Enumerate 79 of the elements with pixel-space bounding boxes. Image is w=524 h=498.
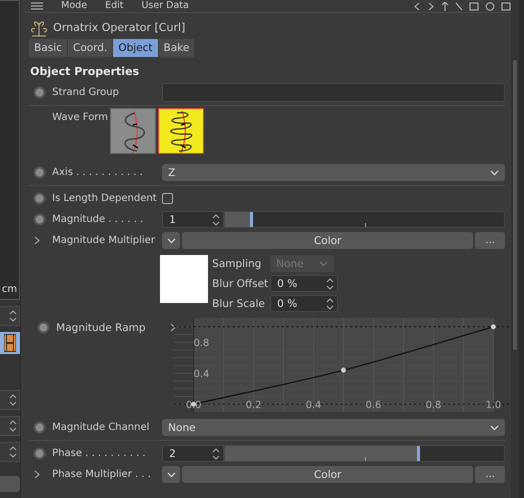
- chevron-down-icon: [166, 472, 176, 478]
- keyframe-radio[interactable]: [33, 447, 46, 460]
- viewport-panel[interactable]: cm: [0, 0, 20, 300]
- param-label: Magnitude Multiplier: [52, 235, 156, 246]
- x-tick-label: 0.4: [306, 400, 322, 412]
- param-label: Phase . . . . . . . . . .: [52, 448, 147, 459]
- curve-knot[interactable]: [341, 368, 346, 373]
- param-label: Wave Form: [52, 111, 109, 123]
- spinner-icon[interactable]: [326, 298, 334, 310]
- slider[interactable]: [224, 445, 506, 462]
- keyframe-radio[interactable]: [33, 213, 46, 226]
- more-button[interactable]: ...: [475, 466, 506, 483]
- object-title: Ornatrix Operator [Curl]: [53, 20, 186, 34]
- tab[interactable]: Object: [113, 39, 159, 57]
- number-field[interactable]: [0, 390, 20, 410]
- color-swatch[interactable]: [160, 255, 208, 303]
- x-tick-label: 0.6: [366, 400, 382, 412]
- x-tick-label: 1.0: [486, 400, 502, 412]
- unit-label: cm: [2, 284, 18, 297]
- spinner-icon[interactable]: [212, 448, 220, 460]
- number-field[interactable]: [0, 442, 20, 462]
- dropdown-button[interactable]: [162, 466, 180, 483]
- up-arrow-icon[interactable]: [441, 2, 450, 10]
- curve-knot[interactable]: [191, 402, 196, 407]
- keyframe-radio[interactable]: [33, 166, 46, 179]
- spinner-icon[interactable]: [212, 214, 220, 226]
- wave-form-option[interactable]: [158, 108, 204, 154]
- menu-item[interactable]: User Data: [141, 0, 189, 12]
- color-button[interactable]: Color: [182, 466, 474, 483]
- number-field[interactable]: 0 %: [270, 295, 338, 312]
- curve-knot[interactable]: [491, 324, 496, 330]
- chevron-down-icon: [490, 424, 500, 430]
- section-title: Object Properties: [29, 64, 140, 80]
- number-field[interactable]: [0, 306, 20, 326]
- spinner-icon[interactable]: [9, 310, 18, 322]
- slider[interactable]: [224, 211, 506, 228]
- keyframe-radio[interactable]: [33, 192, 46, 205]
- dropdown[interactable]: Z: [162, 164, 506, 181]
- spinner-icon[interactable]: [9, 394, 18, 406]
- number-field[interactable]: 0 %: [270, 275, 338, 292]
- spinner-icon[interactable]: [9, 446, 18, 458]
- param-label: Is Length Dependent: [52, 193, 158, 204]
- more-button[interactable]: ...: [475, 232, 506, 249]
- param-label: Magnitude . . . . . .: [52, 214, 144, 225]
- param-label: Blur Offset: [212, 278, 270, 290]
- slider-fill[interactable]: [225, 212, 254, 227]
- color-button[interactable]: Color: [182, 232, 474, 249]
- number-field[interactable]: [0, 416, 20, 436]
- param-label: Sampling: [212, 258, 262, 270]
- menu-icon[interactable]: [31, 2, 44, 10]
- param-label: Axis . . . . . . . . . . .: [52, 167, 144, 178]
- chevron-down-icon: [166, 238, 176, 244]
- menu-item[interactable]: Edit: [105, 0, 124, 12]
- checkbox[interactable]: [162, 193, 174, 204]
- chevron-down-icon: [490, 170, 500, 176]
- dropdown[interactable]: None: [162, 419, 506, 436]
- param-label: Blur Scale: [212, 298, 266, 310]
- chevron-down-icon: [319, 260, 328, 266]
- keyframe-radio[interactable]: [33, 86, 46, 99]
- param-label: Magnitude Channel: [52, 422, 150, 433]
- spinner-icon[interactable]: [326, 278, 334, 290]
- x-tick-label: 0.2: [246, 400, 262, 412]
- keyframe-radio[interactable]: [37, 321, 50, 334]
- scrollbar-thumb[interactable]: [512, 60, 517, 350]
- menu-item[interactable]: Mode: [61, 0, 88, 12]
- x-tick-label: 0.0: [186, 400, 202, 412]
- text-field[interactable]: [162, 83, 506, 102]
- param-label: Magnitude Ramp: [56, 322, 146, 334]
- tab[interactable]: Basic: [29, 39, 68, 57]
- keyframe-radio[interactable]: [33, 421, 46, 434]
- film-strip-icon[interactable]: [0, 332, 20, 354]
- spinner-icon[interactable]: [9, 420, 18, 432]
- slider-fill[interactable]: [225, 446, 420, 461]
- x-tick-label: 0.8: [426, 400, 442, 412]
- dropdown-button[interactable]: [162, 232, 180, 249]
- number-field[interactable]: 1: [162, 211, 224, 228]
- param-label: Phase Multiplier . . .: [52, 469, 152, 480]
- param-label: Strand Group: [52, 87, 120, 98]
- number-field[interactable]: 2: [162, 445, 224, 462]
